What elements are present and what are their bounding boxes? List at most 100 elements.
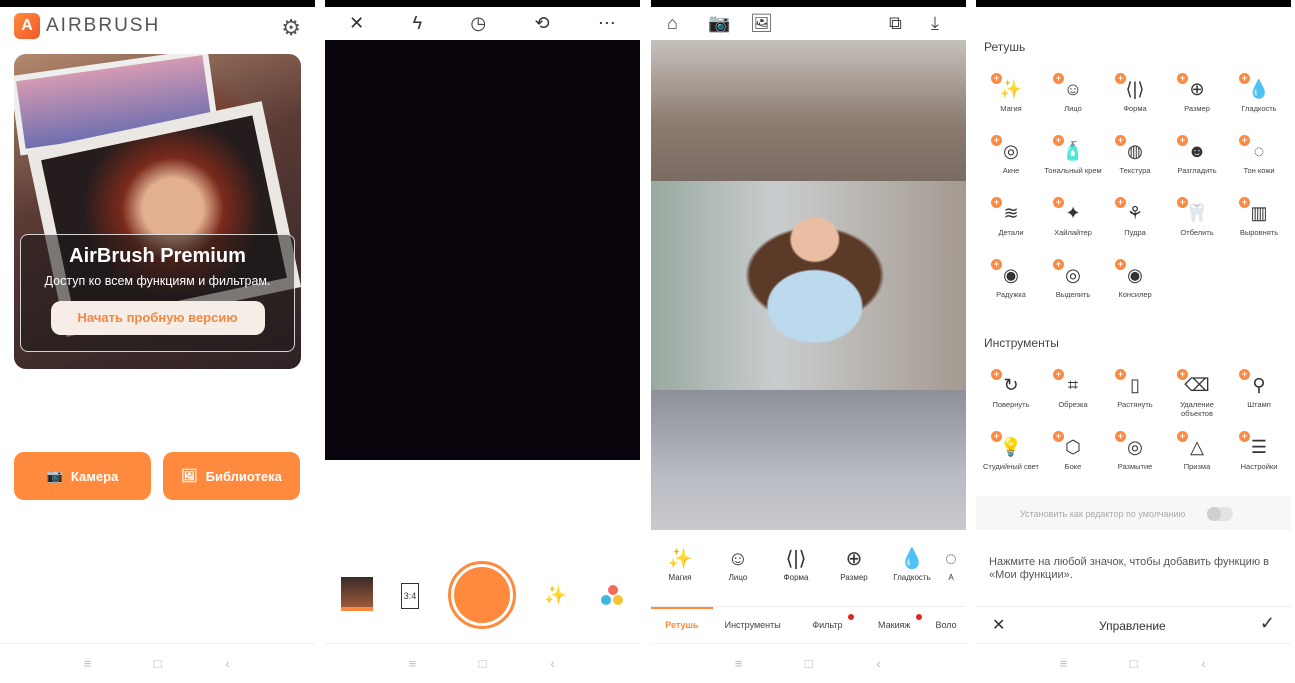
tools-feature-item[interactable]: + ◎ Размытие — [1104, 428, 1166, 490]
camera-icon[interactable]: 📷 — [708, 13, 730, 34]
tool-face[interactable]: ☺ Лицо — [709, 545, 767, 595]
tools-feature-item[interactable]: + ⬡ Боке — [1042, 428, 1104, 490]
tab-retouch[interactable]: Ретушь — [651, 607, 713, 642]
more-icon[interactable]: ⋯ — [598, 13, 616, 34]
retouch-feature-item[interactable]: + ◍ Текстура — [1104, 132, 1166, 194]
tab-hair[interactable]: Воло — [926, 607, 966, 642]
home-nav-icon[interactable]: □ — [148, 656, 168, 671]
tools-feature-item[interactable]: + ⚲ Штамп — [1228, 366, 1290, 428]
add-icon: + — [1177, 431, 1188, 442]
camera-button[interactable]: 📷 Камера — [14, 452, 151, 500]
retouch-feature-item[interactable]: + ✦ Хайлайтер — [1042, 194, 1104, 256]
tools-feature-item[interactable]: + 💡 Студийный свет — [980, 428, 1042, 490]
start-trial-button[interactable]: Начать пробную версию — [50, 301, 265, 335]
feature-icon: ⟨|⟩ — [1125, 79, 1145, 99]
feature-icon: ◍ — [1127, 141, 1143, 161]
retouch-feature-item[interactable]: + ◉ Радужка — [980, 256, 1042, 318]
home-nav-icon[interactable]: □ — [473, 656, 493, 671]
tools-feature-item[interactable]: + ☰ Настройки — [1228, 428, 1290, 490]
compare-icon[interactable]: ⧉ — [889, 13, 902, 34]
retouch-feature-item[interactable]: + ✨ Магия — [980, 70, 1042, 132]
add-icon: + — [1115, 369, 1126, 380]
add-icon: + — [991, 73, 1002, 84]
library-button[interactable]: 🖼 Библиотека — [163, 452, 300, 500]
add-icon: + — [1239, 135, 1250, 146]
retouch-feature-item[interactable]: + ⟨|⟩ Форма — [1104, 70, 1166, 132]
tool-magic[interactable]: ✨ Магия — [651, 545, 709, 595]
edited-photo[interactable] — [651, 181, 966, 390]
airbrush-logo-icon: A — [14, 13, 40, 39]
retouch-feature-item[interactable]: + ◌ Тон кожи — [1228, 132, 1290, 194]
tools-feature-item[interactable]: + ⌗ Обрезка — [1042, 366, 1104, 428]
download-icon[interactable]: ⤓ — [931, 13, 939, 34]
back-nav-icon[interactable]: ‹ — [543, 656, 563, 671]
tools-feature-item[interactable]: + ▯ Растянуть — [1104, 366, 1166, 428]
default-editor-toggle[interactable] — [1207, 507, 1233, 521]
add-icon: + — [1177, 135, 1188, 146]
system-nav-bar: ≡ □ ‹ — [0, 643, 315, 683]
retouch-section-title: Ретушь — [984, 40, 1026, 54]
add-icon: + — [1115, 135, 1126, 146]
tab-filter[interactable]: Фильтр — [793, 607, 863, 642]
flash-off-icon[interactable]: ϟ — [413, 13, 423, 34]
close-icon[interactable]: ✕ — [992, 615, 1005, 635]
last-photo-thumbnail[interactable] — [341, 577, 373, 611]
tools-feature-item[interactable]: + ⌫ Удаление объектов — [1166, 366, 1228, 428]
back-nav-icon[interactable]: ‹ — [1194, 656, 1214, 671]
filters-icon[interactable] — [601, 585, 625, 609]
retouch-feature-item[interactable]: + ☻ Разгладить — [1166, 132, 1228, 194]
retouch-feature-item[interactable]: + 🧴 Тональный крем — [1042, 132, 1104, 194]
feature-label: Размер — [1184, 104, 1210, 113]
add-icon: + — [1239, 369, 1250, 380]
menu-nav-icon[interactable]: ≡ — [1054, 656, 1074, 671]
retouch-feature-item[interactable]: + ⊕ Размер — [1166, 70, 1228, 132]
retouch-feature-item[interactable]: + ⚘ Пудра — [1104, 194, 1166, 256]
tool-smooth[interactable]: 💧 Гладкость — [883, 545, 941, 595]
tool-partial[interactable]: ◌ А — [941, 545, 961, 595]
tab-makeup[interactable]: Макияж — [862, 607, 926, 642]
feature-label: Гладкость — [1241, 104, 1277, 113]
retouch-feature-item[interactable]: + ▥ Выровнять — [1228, 194, 1290, 256]
retouch-feature-item[interactable]: + 🦷 Отбелить — [1166, 194, 1228, 256]
feature-label: Акне — [1002, 166, 1020, 175]
camera-controls: 3:4 ✨ — [325, 555, 640, 635]
retouch-feature-item[interactable]: + ◎ Акне — [980, 132, 1042, 194]
home-nav-icon[interactable]: □ — [799, 656, 819, 671]
feature-icon: ⌫ — [1184, 375, 1210, 395]
camera-viewfinder[interactable] — [325, 40, 640, 460]
premium-banner[interactable]: AirBrush Premium Доступ ко всем функциям… — [14, 54, 301, 369]
switch-camera-icon[interactable]: ⟲ — [534, 13, 549, 34]
system-nav-bar: ≡ □ ‹ — [651, 643, 966, 683]
check-icon[interactable]: ✓ — [1260, 613, 1275, 634]
tools-feature-item[interactable]: + ↻ Повернуть — [980, 366, 1042, 428]
feature-icon: ✨ — [999, 79, 1023, 99]
magic-wand-icon[interactable]: ✨ — [544, 585, 566, 606]
add-icon: + — [991, 369, 1002, 380]
back-nav-icon[interactable]: ‹ — [218, 656, 238, 671]
menu-nav-icon[interactable]: ≡ — [78, 656, 98, 671]
home-nav-icon[interactable]: □ — [1124, 656, 1144, 671]
tool-size[interactable]: ⊕ Размер — [825, 545, 883, 595]
system-nav-bar: ≡ □ ‹ — [325, 643, 640, 683]
feature-icon: ◎ — [1003, 141, 1019, 161]
retouch-feature-item[interactable]: + ☺ Лицо — [1042, 70, 1104, 132]
partial-icon: ◌ — [945, 548, 957, 570]
shutter-button[interactable] — [448, 561, 516, 629]
retouch-feature-item[interactable]: + ◉ Консилер — [1104, 256, 1166, 318]
menu-nav-icon[interactable]: ≡ — [729, 656, 749, 671]
tab-tools[interactable]: Инструменты — [713, 607, 793, 642]
close-icon[interactable]: ✕ — [349, 13, 364, 34]
retouch-feature-item[interactable]: + 💧 Гладкость — [1228, 70, 1290, 132]
home-icon[interactable]: ⌂ — [667, 13, 678, 34]
gear-icon[interactable]: ⚙ — [281, 15, 301, 41]
retouch-feature-item[interactable]: + ≋ Детали — [980, 194, 1042, 256]
tool-shape[interactable]: ⟨|⟩ Форма — [767, 545, 825, 595]
feature-icon: ◎ — [1127, 437, 1143, 457]
aspect-ratio-button[interactable]: 3:4 — [401, 583, 419, 609]
menu-nav-icon[interactable]: ≡ — [403, 656, 423, 671]
back-nav-icon[interactable]: ‹ — [869, 656, 889, 671]
retouch-feature-item[interactable]: + ◎ Выделить — [1042, 256, 1104, 318]
tools-feature-item[interactable]: + △ Призма — [1166, 428, 1228, 490]
timer-icon[interactable]: ◷ — [470, 13, 486, 34]
gallery-icon[interactable]: 🖼 — [750, 13, 773, 34]
